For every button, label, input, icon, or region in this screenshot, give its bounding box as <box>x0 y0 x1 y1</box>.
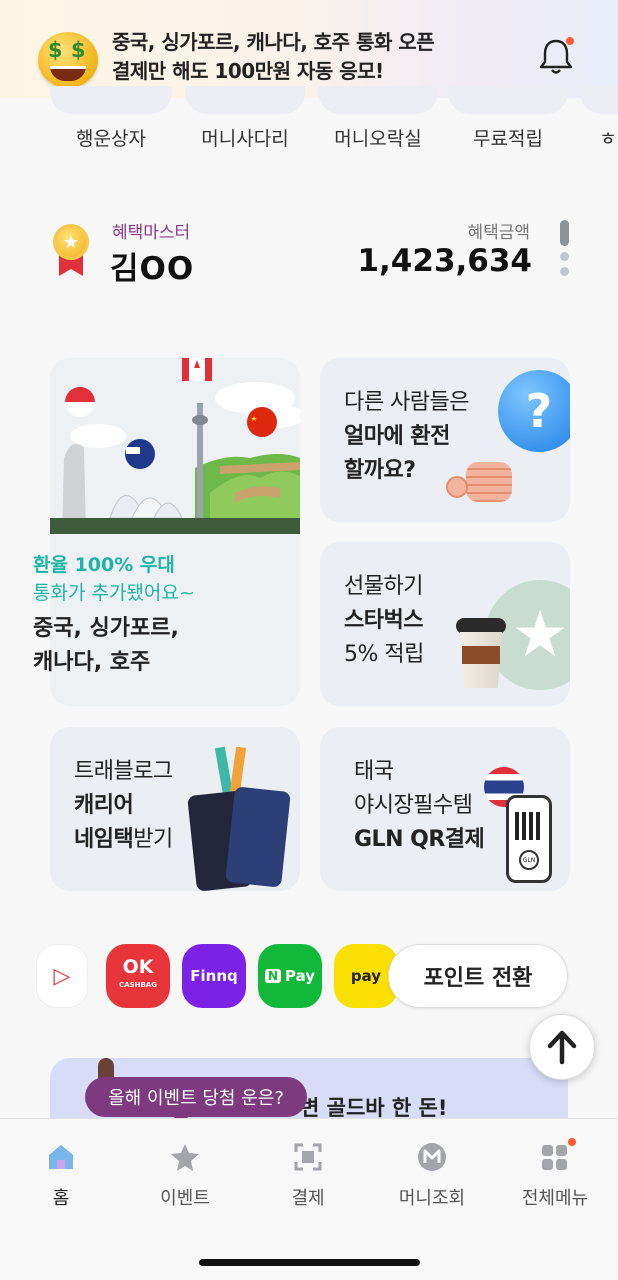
category-icon-bg <box>185 86 305 114</box>
grade-label: 혜택마스터 <box>112 223 191 243</box>
thai-line-2: 야시장필수템 <box>354 793 473 818</box>
payment-service-partial-icon[interactable]: ▷ <box>36 944 88 1008</box>
nav-all-menu[interactable]: 전체메뉴 <box>505 1138 605 1210</box>
thai-line-3: GLN QR결제 <box>354 827 485 852</box>
star-icon <box>170 1142 200 1172</box>
benefit-amount[interactable]: 1,423,634 <box>357 243 532 279</box>
nav-payment[interactable]: 결제 <box>258 1142 358 1210</box>
card-starbucks-gift[interactable]: ★ 선물하기 스타벅스 5% 적립 <box>320 542 570 706</box>
naver-pay-icon[interactable]: N Pay <box>258 944 322 1008</box>
money-m-icon <box>417 1142 447 1172</box>
medal-icon: ★ <box>50 222 92 278</box>
card-thai-gln-qr[interactable]: 태국 야시장필수템 GLN QR결제 GLN <box>320 727 570 891</box>
category-partial[interactable]: ㅎ <box>598 124 618 151</box>
finnq-icon[interactable]: Finnq <box>182 944 246 1008</box>
banner-line-2: 결제만 해도 100만원 자동 응모! <box>112 59 384 83</box>
user-name: 김OO <box>110 251 195 287</box>
grid-menu-icon <box>540 1138 576 1172</box>
travelog-line-1: 트래블로그 <box>74 759 173 784</box>
category-money-ladder[interactable]: 머니사다리 <box>190 124 300 151</box>
top-banner[interactable]: $ $ 중국, 싱가포르, 캐나다, 호주 통화 오픈 결제만 해도 100만원 … <box>0 0 618 98</box>
finnq-label: Finnq <box>190 967 238 985</box>
naver-n-badge: N <box>264 969 281 983</box>
ok-cashbag-label: OK <box>122 956 154 978</box>
banner-line-1: 중국, 싱가포르, 캐나다, 호주 통화 오픈 <box>112 30 435 54</box>
big-card-highlight: 환율 100% 우대 <box>33 554 175 576</box>
ok-cashbag-sub: CASHBAG <box>119 981 157 989</box>
big-card-title-line-2: 캐나다, 호주 <box>33 650 151 675</box>
scroll-to-top-button[interactable] <box>529 1014 595 1080</box>
exchange-line-1: 다른 사람들은 <box>344 390 469 415</box>
arrow-up-icon <box>547 1030 577 1065</box>
travelog-card-text: 트래블로그 캐리어 네임택받기 <box>74 755 173 857</box>
coin-stack-icon <box>446 462 516 502</box>
nav-home-label: 홈 <box>52 1188 70 1209</box>
travelog-line-3: 네임택받기 <box>74 823 173 857</box>
scan-icon <box>293 1142 323 1172</box>
banner-text: 중국, 싱가포르, 캐나다, 호주 통화 오픈 결제만 해도 100만원 자동 … <box>112 28 435 86</box>
card-exchange-rate[interactable]: 다른 사람들은 얼마에 환전 할까요? ? <box>320 358 570 522</box>
notification-dot <box>566 37 574 45</box>
ok-cashbag-icon[interactable]: OK CASHBAG <box>106 944 170 1008</box>
home-icon <box>46 1142 76 1172</box>
kakao-pay-label: pay <box>350 967 382 985</box>
big-card-title-line-1: 중국, 싱가포르, <box>33 616 179 641</box>
thai-line-1: 태국 <box>354 759 394 784</box>
travelog-line-3a: 네임택 <box>74 827 134 852</box>
travelog-line-2: 캐리어 <box>74 793 134 818</box>
nav-event-label: 이벤트 <box>160 1188 210 1209</box>
nav-money-check[interactable]: 머니조회 <box>382 1142 482 1210</box>
card-travelog-nametag[interactable]: 트래블로그 캐리어 네임택받기 <box>50 727 300 891</box>
point-convert-button[interactable]: 포인트 전환 <box>388 944 568 1008</box>
category-icon-bg <box>448 86 568 114</box>
home-indicator <box>199 1259 420 1266</box>
menu-notification-dot <box>568 1138 576 1146</box>
phone-qr-icon: GLN <box>506 795 552 883</box>
nav-event[interactable]: 이벤트 <box>135 1142 235 1210</box>
exchange-line-2: 얼마에 환전 <box>344 424 450 449</box>
category-lucky-box[interactable]: 행운상자 <box>60 124 162 151</box>
category-icon-bg <box>318 86 438 114</box>
question-bubble-icon: ? <box>498 370 570 452</box>
page-indicator <box>558 220 570 282</box>
benefit-label: 혜택금액 <box>467 223 530 243</box>
category-money-arcade[interactable]: 머니오락실 <box>322 124 434 151</box>
starbucks-line-3: 5% 적립 <box>344 642 424 667</box>
nav-money-check-label: 머니조회 <box>398 1188 466 1209</box>
nav-payment-label: 결제 <box>291 1188 325 1209</box>
coffee-cup-icon <box>456 618 506 688</box>
landmarks-illustration <box>50 358 300 534</box>
starbucks-line-2: 스타벅스 <box>344 608 423 633</box>
luggage-tag-icon <box>187 746 291 891</box>
category-free-points[interactable]: 무료적립 <box>456 124 560 151</box>
money-face-emoji-icon: $ $ <box>38 32 98 88</box>
thai-card-text: 태국 야시장필수템 GLN QR결제 <box>354 755 485 857</box>
category-icon-bg <box>50 86 172 114</box>
naver-pay-label: Pay <box>285 967 316 985</box>
big-card-sub: 통화가 추가됐어요~ <box>33 582 195 604</box>
nav-all-menu-label: 전체메뉴 <box>521 1188 589 1209</box>
category-icon-bg <box>580 86 618 114</box>
travelog-line-3b: 받기 <box>133 827 173 852</box>
starbucks-card-text: 선물하기 스타벅스 5% 적립 <box>344 570 424 672</box>
bell-icon[interactable] <box>537 36 575 76</box>
starbucks-line-1: 선물하기 <box>344 574 423 599</box>
event-tooltip[interactable]: 올해 이벤트 당첨 운은? <box>85 1077 307 1117</box>
big-card-title: 중국, 싱가포르, 캐나다, 호주 <box>33 612 179 680</box>
nav-home[interactable]: 홈 <box>11 1142 111 1210</box>
